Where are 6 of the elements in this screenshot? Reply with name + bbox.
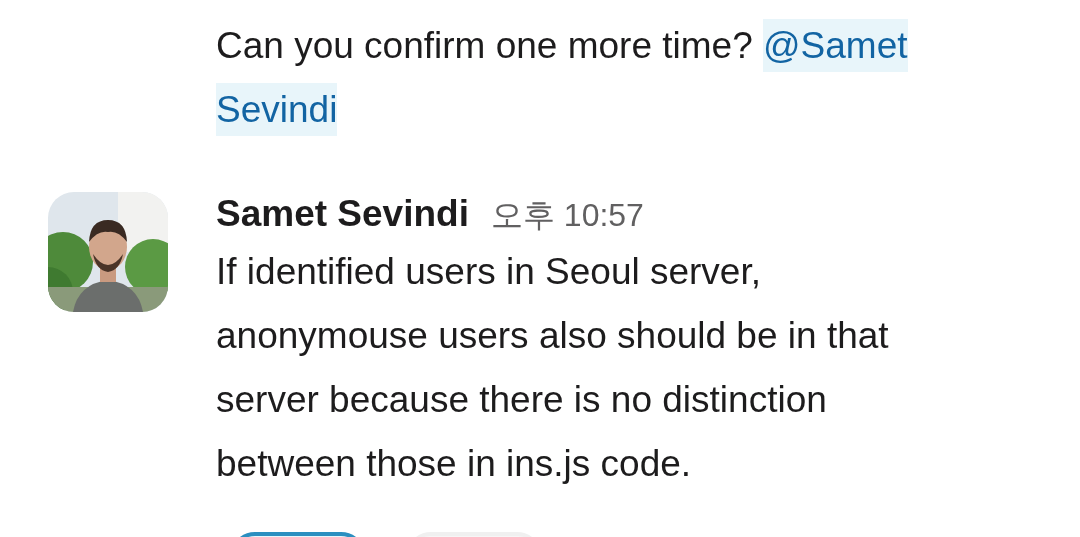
message-time: 오후 10:57 [490,196,644,235]
author-name[interactable]: Samet Sevindi [216,188,469,240]
mention-link[interactable]: @Samet [763,19,908,72]
message-text: Can you confirm one more time? @Samet [216,14,1010,78]
mention-link[interactable]: Sevindi [216,83,338,136]
message-text: If identified users in Seoul server, anonymouse users also should be in that server because there is no distinction between those in ins.js code. [216,250,890,486]
